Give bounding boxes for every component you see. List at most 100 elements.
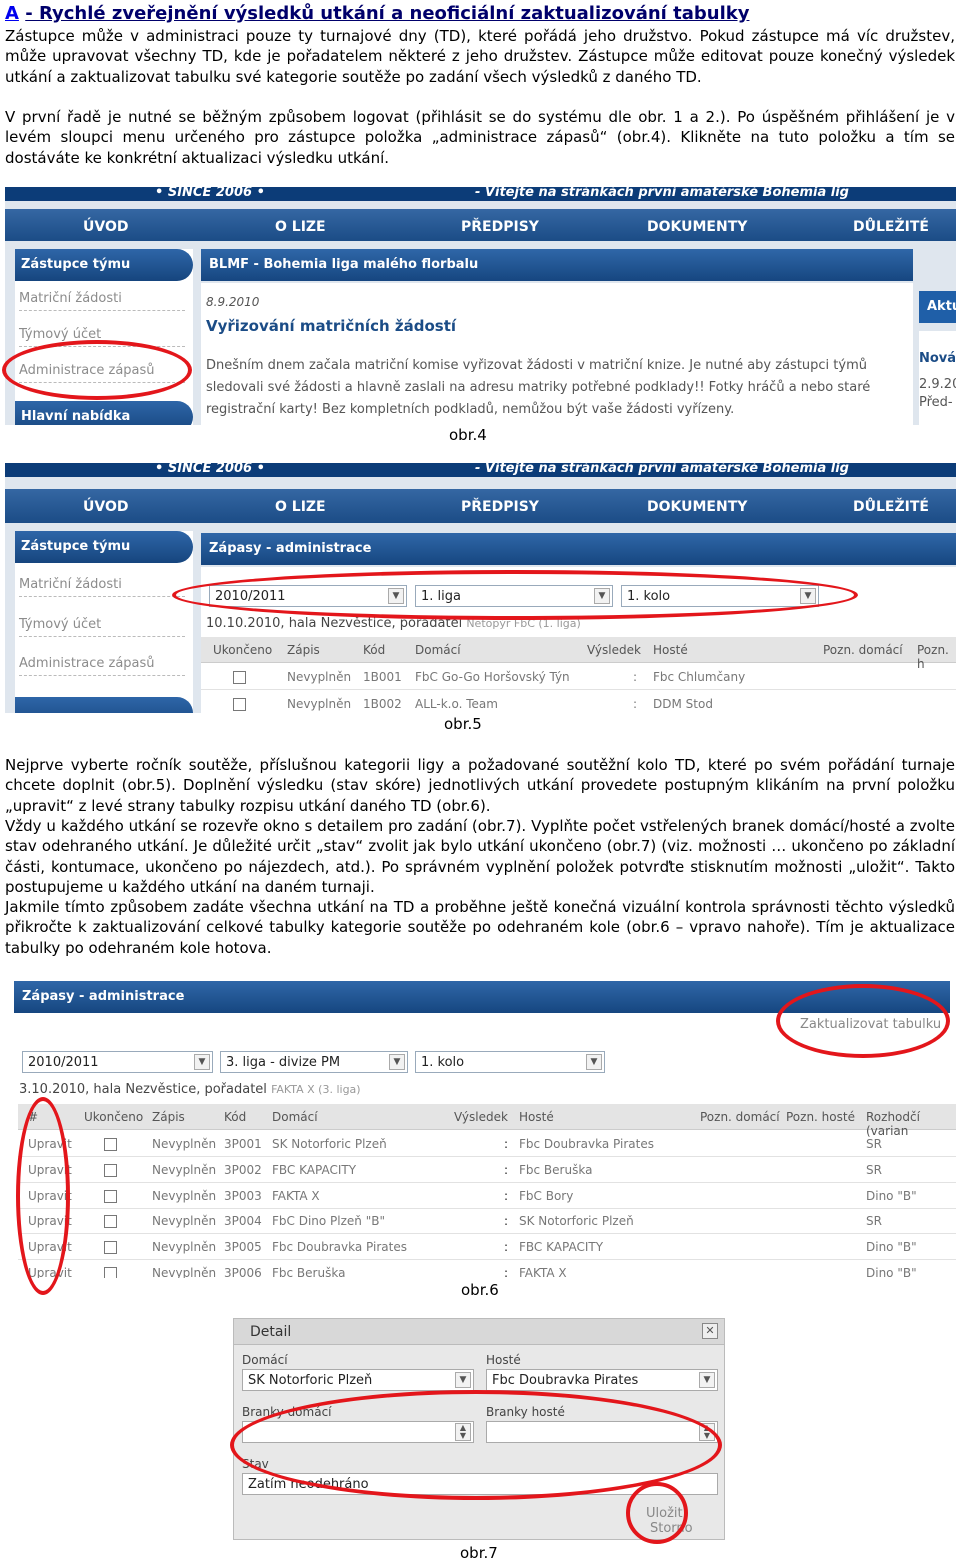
code-text: 3P001 — [224, 1137, 262, 1151]
nav-predpisy[interactable]: PŘEDPISY — [461, 219, 539, 235]
finished-checkbox[interactable] — [104, 1267, 117, 1278]
finished-checkbox[interactable] — [233, 671, 246, 684]
sidebar-head: Zástupce týmu — [15, 531, 193, 563]
away-team-select[interactable]: Fbc Doubravka Pirates ▼ — [486, 1369, 718, 1391]
matches-table-header: # Ukončeno Zápis Kód Domácí Výsledek Hos… — [18, 1104, 956, 1138]
score-separator: : — [504, 1162, 509, 1177]
table-row: Upravit Nevyplněn 3P001 SK Notorforic Plzeň… — [18, 1131, 956, 1157]
caption-obr7: obr.7 — [460, 1544, 498, 1562]
right-column: Nová 2.9.20 Před- — [919, 331, 956, 425]
nav-uvod[interactable]: ÚVOD — [83, 499, 128, 515]
sidebar-main-menu[interactable] — [15, 697, 193, 713]
referee-text: Dino "B" — [866, 1266, 917, 1278]
finished-checkbox[interactable] — [104, 1138, 117, 1151]
home-label: Domácí — [242, 1353, 288, 1367]
away-label: Hosté — [486, 1353, 521, 1367]
home-team: FAKTA X — [272, 1188, 320, 1203]
venue-line: 3.10.2010, hala Nezvěstice, pořadatel FA… — [19, 1082, 361, 1097]
sidebar-item-account[interactable]: Týmový účet — [19, 617, 185, 637]
nav-dokumenty[interactable]: DOKUMENTY — [647, 499, 747, 515]
close-icon[interactable]: ✕ — [702, 1323, 718, 1339]
score-separator: : — [504, 1240, 509, 1255]
away-team: FAKTA X — [519, 1266, 567, 1278]
referee-text: Dino "B" — [866, 1240, 917, 1255]
heading-title: - Rychlé zveřejnění výsledků utkání a ne… — [25, 3, 750, 24]
finished-checkbox[interactable] — [104, 1241, 117, 1255]
nav-dokumenty[interactable]: DOKUMENTY — [647, 219, 747, 235]
away-team: Fbc Beruška — [519, 1162, 593, 1177]
highlight-admin-link — [2, 340, 192, 400]
nav-dulezite[interactable]: DŮLEŽITÉ — [853, 499, 929, 515]
referee-text: SR — [866, 1162, 882, 1177]
code-text: 3P004 — [224, 1214, 262, 1229]
news-headline[interactable]: Vyřizování matričních žádostí — [206, 317, 456, 335]
nav-dulezite[interactable]: DŮLEŽITÉ — [853, 219, 929, 235]
chevron-down-icon[interactable]: ▼ — [455, 1372, 471, 1388]
state-text: Nevyplněn — [152, 1188, 217, 1203]
state-text: Nevyplněn — [152, 1137, 217, 1151]
table-row: Upravit Nevyplněn 3P002 FBC KAPACITY: Fbc Be… — [18, 1157, 956, 1183]
table-row: Nevyplněn 1B002 ALL-k.o. Team : DDM Stod — [201, 691, 956, 713]
state-text: Nevyplněn — [152, 1240, 217, 1255]
table-row: Nevyplněn 1B001 FbC Go-Go Horšovský Týn … — [201, 664, 956, 690]
select-paragraph: Nejprve vyberte ročník soutěže, příslušn… — [5, 756, 955, 815]
table-row: Upravit Nevyplněn 3P005 Fbc Doubravka Pirat… — [18, 1234, 956, 1261]
code-text: 3P005 — [224, 1240, 262, 1255]
dialog-title: Detail — [250, 1324, 292, 1340]
sidebar-main-menu[interactable]: Hlavní nabídka — [15, 401, 193, 425]
referee-text: SR — [866, 1214, 882, 1229]
nav-o-lize[interactable]: O LIZE — [275, 219, 326, 235]
highlight-update-button — [776, 984, 950, 1058]
chevron-down-icon[interactable]: ▼ — [699, 1372, 715, 1388]
caption-obr6: obr.6 — [461, 1281, 499, 1299]
away-team: SK Notorforic Plzeň — [519, 1214, 634, 1229]
finished-checkbox[interactable] — [104, 1163, 117, 1177]
chevron-down-icon[interactable]: ▼ — [194, 1054, 210, 1070]
highlight-save-button — [626, 1482, 688, 1544]
content-title-bar: BLMF - Bohemia liga malého florbalu — [201, 249, 913, 281]
league-select[interactable]: 3. liga - divize PM ▼ — [220, 1051, 408, 1073]
sidebar: Zástupce týmu Matriční žádosti Týmový úč… — [15, 531, 193, 713]
dialog-titlebar: Detail ✕ — [234, 1319, 724, 1345]
sidebar-item-requests[interactable]: Matriční žádosti — [19, 291, 185, 311]
site-nav: ÚVOD O LIZE PŘEDPISY DOKUMENTY DŮLEŽITÉ — [5, 209, 956, 241]
site-banner: • SINCE 2006 • - Vítejte na stránkách pr… — [5, 187, 956, 201]
sidebar-item-requests[interactable]: Matriční žádosti — [19, 577, 185, 597]
right-update-button[interactable]: Aktu — [919, 291, 956, 323]
caption-obr5: obr.5 — [444, 715, 482, 733]
news-text: Dnešním dnem začala matriční komise vyři… — [206, 358, 871, 417]
code-text: 3P006 — [224, 1266, 262, 1278]
round-select[interactable]: 1. kolo ▼ — [415, 1051, 605, 1073]
site-nav: ÚVOD O LIZE PŘEDPISY DOKUMENTY DŮLEŽITÉ — [5, 489, 956, 523]
caption-obr4: obr.4 — [449, 426, 487, 444]
nav-o-lize[interactable]: O LIZE — [275, 499, 326, 515]
table-row: Upravit Nevyplněn 3P006 Fbc Beruška: FAKTA X… — [18, 1260, 956, 1278]
home-team: FbC Dino Plzeň "B" — [272, 1214, 385, 1229]
sidebar-item-match-admin[interactable]: Administrace zápasů — [19, 656, 185, 676]
code-text: 3P002 — [224, 1162, 262, 1177]
intro-paragraph: Zástupce může v administraci pouze ty tu… — [5, 27, 955, 86]
home-team: SK Notorforic Plzeň — [272, 1137, 387, 1151]
finished-checkbox[interactable] — [233, 698, 246, 711]
away-team: Fbc Doubravka Pirates — [519, 1137, 654, 1151]
code-text: 3P003 — [224, 1188, 262, 1203]
nav-uvod[interactable]: ÚVOD — [83, 219, 128, 235]
sidebar-head: Zástupce týmu — [15, 249, 193, 281]
nav-predpisy[interactable]: PŘEDPISY — [461, 499, 539, 515]
chevron-down-icon[interactable]: ▼ — [586, 1054, 602, 1070]
matches-table-header: Ukončeno Zápis Kód Domácí Výsledek Hosté… — [201, 637, 956, 671]
table-row: Upravit Nevyplněn 3P004 FbC Dino Plzeň "B":… — [18, 1208, 956, 1235]
news-date: 8.9.2010 — [206, 295, 260, 309]
login-paragraph: V první řadě je nutné se běžným způsobem… — [5, 108, 955, 167]
finished-checkbox[interactable] — [104, 1189, 117, 1203]
heading-link[interactable]: A — [5, 3, 19, 24]
finished-checkbox[interactable] — [104, 1215, 117, 1229]
referee-text: SR — [866, 1137, 882, 1151]
chevron-down-icon[interactable]: ▼ — [389, 1054, 405, 1070]
home-team: Fbc Beruška — [272, 1266, 346, 1278]
highlight-edit-column — [16, 1097, 70, 1295]
home-team-select[interactable]: SK Notorforic Plzeň ▼ — [242, 1369, 474, 1391]
season-select[interactable]: 2010/2011 ▼ — [22, 1051, 213, 1073]
score-separator: : — [504, 1214, 509, 1229]
away-team: FBC KAPACITY — [519, 1240, 604, 1255]
